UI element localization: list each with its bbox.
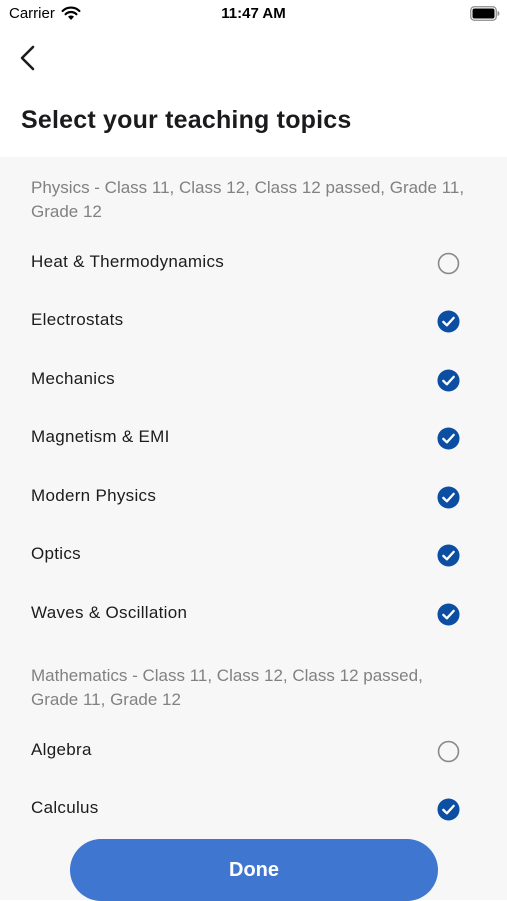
- topic-row-optics[interactable]: Optics: [0, 532, 507, 578]
- section-header-physics: Physics - Class 11, Class 12, Class 12 p…: [31, 178, 465, 221]
- topic-label: Waves & Oscillation: [31, 603, 188, 622]
- topic-row-waves-oscillation[interactable]: Waves & Oscillation: [0, 591, 507, 637]
- topic-label: Heat & Thermodynamics: [31, 252, 225, 271]
- topic-row-modern-physics[interactable]: Modern Physics: [0, 474, 507, 520]
- topic-row-magnetism-emi[interactable]: Magnetism & EMI: [0, 415, 507, 461]
- unchecked-circle-icon[interactable]: [437, 740, 460, 763]
- done-button[interactable]: Done: [70, 839, 438, 901]
- topic-label: Calculus: [31, 798, 99, 817]
- unchecked-circle-icon[interactable]: [437, 252, 460, 275]
- topic-label: Magnetism & EMI: [31, 427, 170, 446]
- topic-row-algebra[interactable]: Algebra: [0, 728, 507, 774]
- status-bar: Carrier 11:47 AM: [0, 0, 507, 30]
- topic-row-heat-thermodynamics[interactable]: Heat & Thermodynamics: [0, 240, 507, 286]
- checkmark-circle-icon[interactable]: [437, 369, 460, 392]
- checkmark-circle-icon[interactable]: [437, 486, 460, 509]
- section-header-mathematics: Mathematics - Class 11, Class 12, Class …: [31, 666, 423, 709]
- topic-row-electrostats[interactable]: Electrostats: [0, 298, 507, 344]
- chevron-left-icon: [20, 45, 35, 71]
- status-time: 11:47 AM: [221, 5, 286, 22]
- checkmark-circle-icon[interactable]: [437, 798, 460, 821]
- topic-row-mechanics[interactable]: Mechanics: [0, 357, 507, 403]
- topic-label: Algebra: [31, 740, 92, 759]
- checkmark-circle-icon[interactable]: [437, 427, 460, 450]
- back-button[interactable]: [14, 42, 44, 74]
- battery-icon: [470, 6, 500, 21]
- topic-label: Mechanics: [31, 369, 115, 388]
- topic-label: Optics: [31, 544, 81, 563]
- topic-label: Modern Physics: [31, 486, 157, 505]
- checkmark-circle-icon[interactable]: [437, 603, 460, 626]
- topic-label: Electrostats: [31, 310, 124, 329]
- page-title: Select your teaching topics: [21, 106, 352, 134]
- checkmark-circle-icon[interactable]: [437, 544, 460, 567]
- topic-list[interactable]: Physics - Class 11, Class 12, Class 12 p…: [0, 157, 507, 900]
- checkmark-circle-icon[interactable]: [437, 310, 460, 333]
